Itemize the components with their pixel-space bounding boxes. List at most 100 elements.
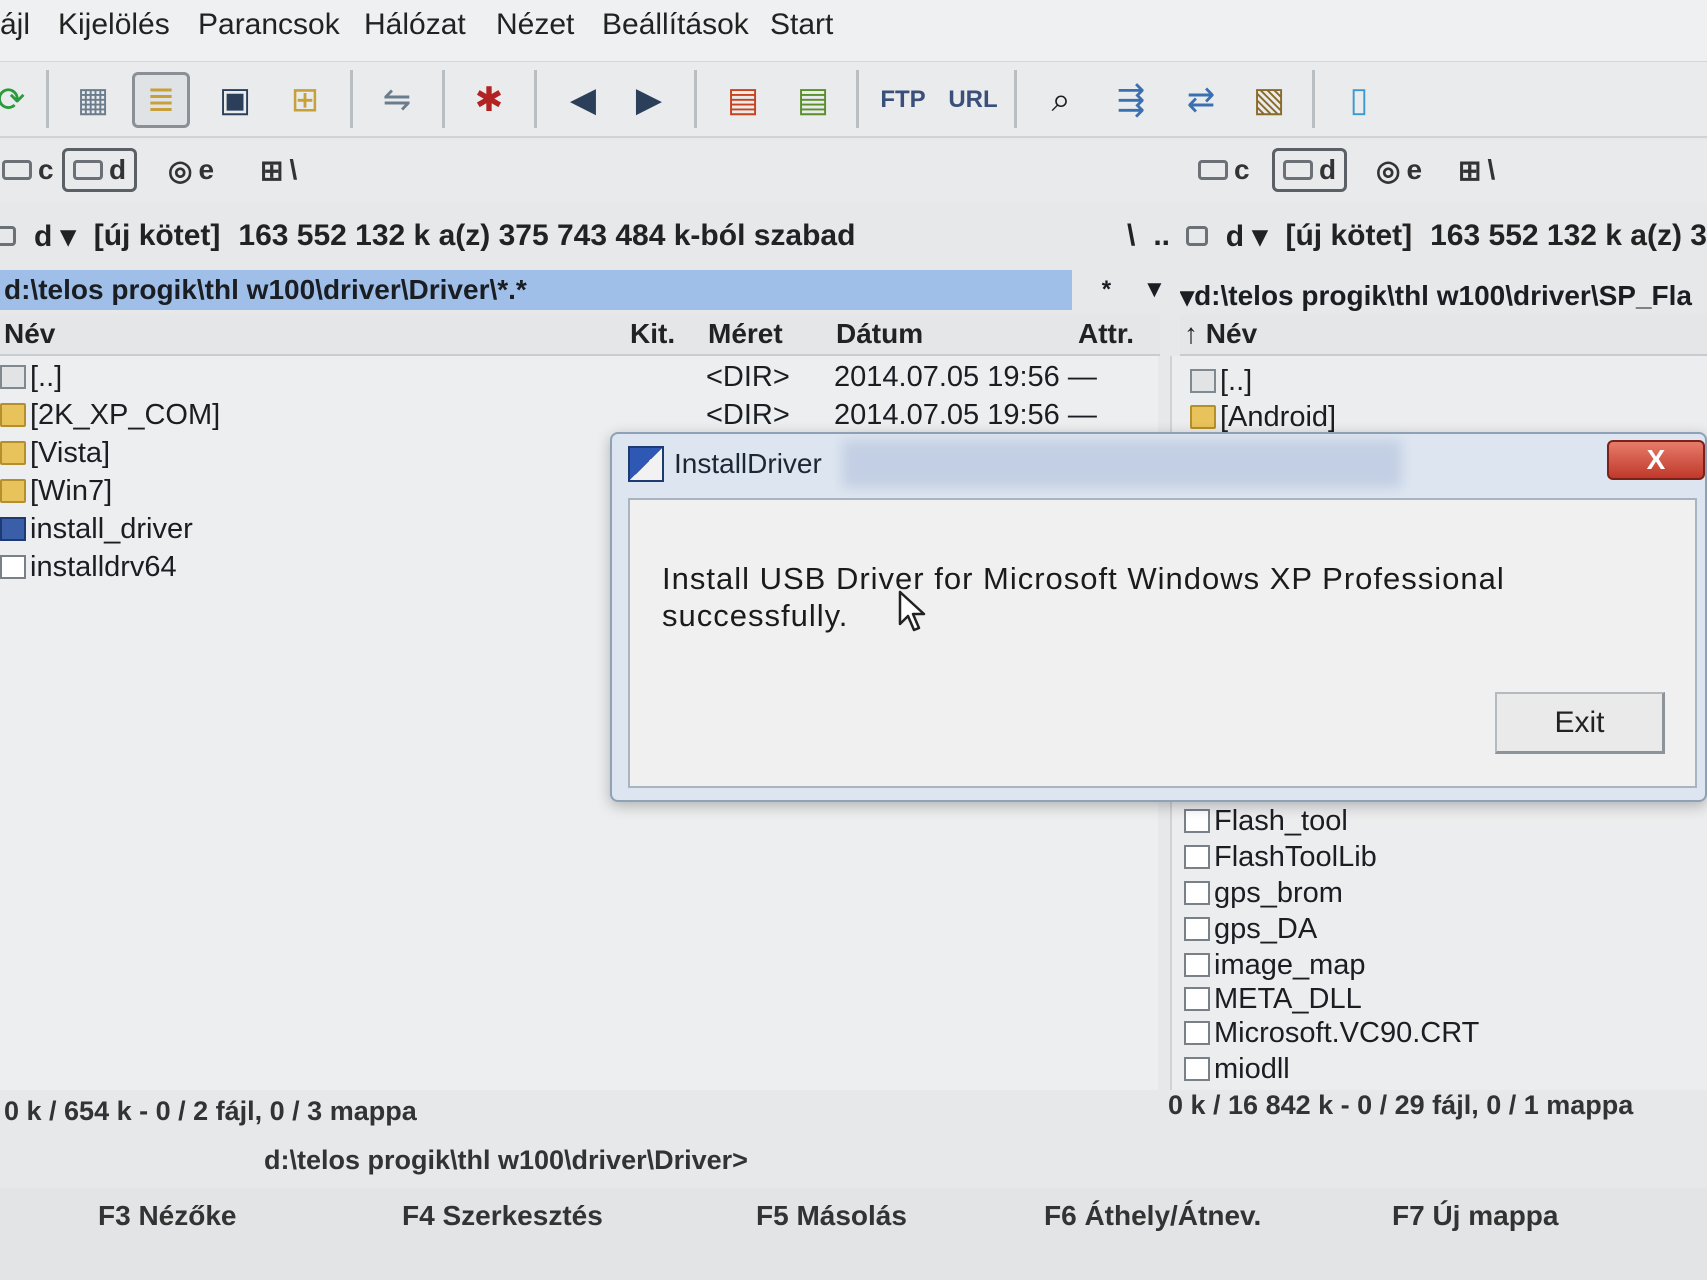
menu-settings[interactable]: Beállítások [602,8,749,42]
multi-rename-icon[interactable]: ⇶ [1102,72,1160,128]
file-row[interactable]: [Vista] [0,434,600,472]
ftp-connect-icon[interactable]: FTP [874,72,932,128]
menu-network[interactable]: Hálózat [364,8,466,42]
left-path-text: d:\telos progik\thl w100\driver\Driver\*… [4,274,527,305]
compare-dirs-icon[interactable]: ⇋ [368,72,426,128]
right-drive-e[interactable]: ◎ e [1368,148,1430,192]
copy-clipboard-icon[interactable]: ▧ [1240,72,1298,128]
command-line[interactable]: d:\telos progik\thl w100\driver\Driver> [264,1145,748,1176]
file-row[interactable]: [Android] [1190,398,1336,436]
right-status: 0 k / 16 842 k - 0 / 29 fájl, 0 / 1 mapp… [1168,1090,1634,1120]
right-drive-c[interactable]: c [1190,148,1258,192]
up-dir-icon [0,365,26,389]
file-name: [..] [30,360,63,393]
right-path-bar[interactable]: ▾ d:\telos progik\thl w100\driver\SP_Fla [1180,276,1707,316]
f7-newfolder-button[interactable]: F7 Új mappa [1392,1200,1558,1232]
file-row[interactable]: Microsoft.VC90.CRT [1184,1014,1479,1052]
notepad-icon[interactable]: ▯ [1330,72,1388,128]
menu-file[interactable]: ájl [0,8,30,42]
brief-view-icon[interactable]: ▦ [64,72,122,128]
cd-drive-icon: ◎ [168,154,193,186]
right-drive-select[interactable]: d ▾ [1226,219,1268,254]
f5-copy-button[interactable]: F5 Másolás [756,1200,907,1232]
exit-button[interactable]: Exit [1495,692,1665,754]
pack-files-icon[interactable]: ▤ [714,72,772,128]
left-drive-e[interactable]: ◎ e [160,148,222,192]
left-drive-c[interactable]: c [0,148,62,192]
file-row[interactable]: FlashToolLib [1184,838,1377,876]
file-icon [1184,1021,1210,1045]
left-root-button[interactable]: \ [1127,219,1135,253]
dialog-titlebar[interactable]: InstallDriver X [612,434,1707,494]
back-icon[interactable]: ◀ [554,72,612,128]
left-up-button[interactable]: .. [1153,219,1170,253]
menu-selection[interactable]: Kijelölés [58,8,170,42]
close-button[interactable]: X [1607,440,1705,480]
close-icon: X [1646,444,1666,475]
file-name: install_driver [30,512,193,545]
right-drive-d[interactable]: d [1272,148,1348,192]
left-drive-network[interactable]: ⊞ \ [252,148,305,192]
file-row[interactable]: [2K_XP_COM] <DIR> 2014.07.05 19:56 — [0,396,1150,434]
col-name[interactable]: Név [4,318,55,350]
col-date[interactable]: Dátum [836,318,923,350]
thumbnail-view-icon[interactable]: ▣ [206,72,264,128]
full-view-icon[interactable]: ≣ [132,72,190,128]
unpack-files-icon[interactable]: ▤ [784,72,842,128]
installer-icon [0,517,26,541]
file-row[interactable]: install_driver [0,510,600,548]
drive-select-value: d [34,219,53,253]
right-drive-network[interactable]: ⊞ \ [1450,148,1503,192]
file-row[interactable]: [..] <DIR> 2014.07.05 19:56 — [0,358,1150,396]
col-size[interactable]: Méret [708,318,783,350]
file-size: <DIR> [706,360,790,393]
file-row[interactable]: gps_DA [1184,910,1317,948]
left-drive-d[interactable]: d [62,148,138,192]
url-connect-icon[interactable]: URL [944,72,1002,128]
function-key-bar: F3 Nézőke F4 Szerkesztés F5 Másolás F6 Á… [0,1188,1707,1280]
file-row[interactable]: [Win7] [0,472,600,510]
toolbar-separator [534,70,537,128]
file-name: image_map [1214,948,1366,981]
left-drive-select[interactable]: d ▾ [34,219,76,254]
right-path-text: d:\telos progik\thl w100\driver\SP_Fla [1194,280,1692,311]
col-name[interactable]: ↑ Név [1184,318,1257,350]
mouse-cursor-icon [898,590,926,632]
sync-dirs-icon[interactable]: ⇄ [1172,72,1230,128]
file-row[interactable]: gps_brom [1184,874,1343,912]
dialog-body: Install USB Driver for Microsoft Windows… [628,498,1697,788]
col-attr[interactable]: Attr. [1078,318,1134,350]
file-icon [1184,1057,1210,1081]
menu-view[interactable]: Nézet [496,8,574,42]
drive-icon [1186,226,1208,246]
folder-icon [0,479,26,503]
file-date: 2014.07.05 19:56 — [834,360,1097,393]
col-ext[interactable]: Kit. [630,318,675,350]
file-row[interactable]: META_DLL [1184,980,1362,1018]
file-row[interactable]: installdrv64 [0,548,600,586]
file-icon [1184,917,1210,941]
f6-move-button[interactable]: F6 Áthely/Átnev. [1044,1200,1261,1232]
toolbar-separator [1312,70,1315,128]
file-icon [0,555,26,579]
menu-start[interactable]: Start [770,8,833,42]
left-filter-box[interactable]: * ▼ [1086,270,1182,310]
forward-icon[interactable]: ▶ [620,72,678,128]
file-row[interactable]: [..] [1190,362,1252,400]
file-row[interactable]: image_map [1184,946,1366,984]
f4-edit-button[interactable]: F4 Szerkesztés [402,1200,603,1232]
folder-icon [1190,405,1216,429]
left-path-bar[interactable]: d:\telos progik\thl w100\driver\Driver\*… [0,270,1072,310]
search-binoculars-icon[interactable]: ⌕ [1032,72,1090,128]
file-row[interactable]: miodll [1184,1050,1290,1088]
tree-view-icon[interactable]: ⊞ [276,72,334,128]
file-name: [2K_XP_COM] [30,398,221,431]
f3-view-button[interactable]: F3 Nézőke [98,1200,237,1232]
refresh-icon[interactable]: ⟳ [0,72,40,128]
menu-commands[interactable]: Parancsok [198,8,340,42]
toolbar-separator [46,70,49,128]
drive-icon [1283,160,1313,180]
network-icon: ⊞ [260,154,284,186]
file-row[interactable]: Flash_tool [1184,802,1348,840]
pack-icon[interactable]: ✱ [460,72,518,128]
